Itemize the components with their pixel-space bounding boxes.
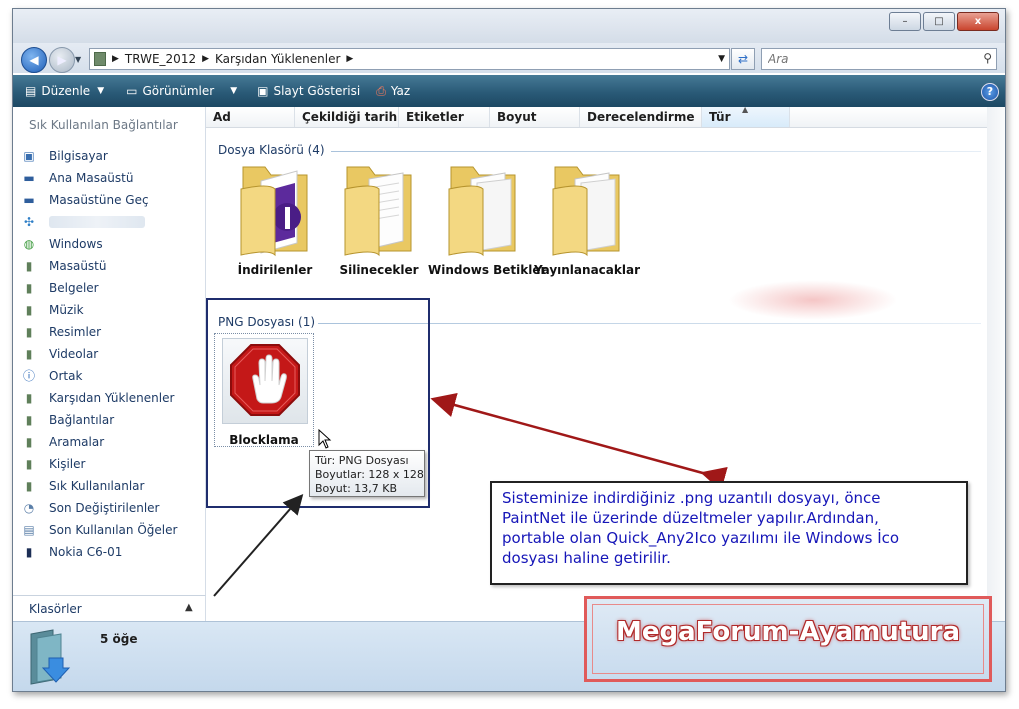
red-arrow: [430, 392, 728, 492]
note-line: Sisteminize indirdiğiniz .png uzantılı d…: [502, 489, 881, 507]
note-line: dosyası haline getirilir.: [502, 549, 671, 567]
watermark-text: MegaForum-Ayamutura: [615, 617, 961, 647]
watermark-banner: MegaForum-Ayamutura: [584, 596, 992, 682]
note-line: portable olan Quick_Any2Ico yazılımı ile…: [502, 529, 900, 547]
black-arrow: [213, 493, 304, 597]
annotation-note: Sisteminize indirdiğiniz .png uzantılı d…: [490, 481, 968, 585]
note-line: PaintNet ile üzerinde düzeltmeler yapılı…: [502, 509, 879, 527]
